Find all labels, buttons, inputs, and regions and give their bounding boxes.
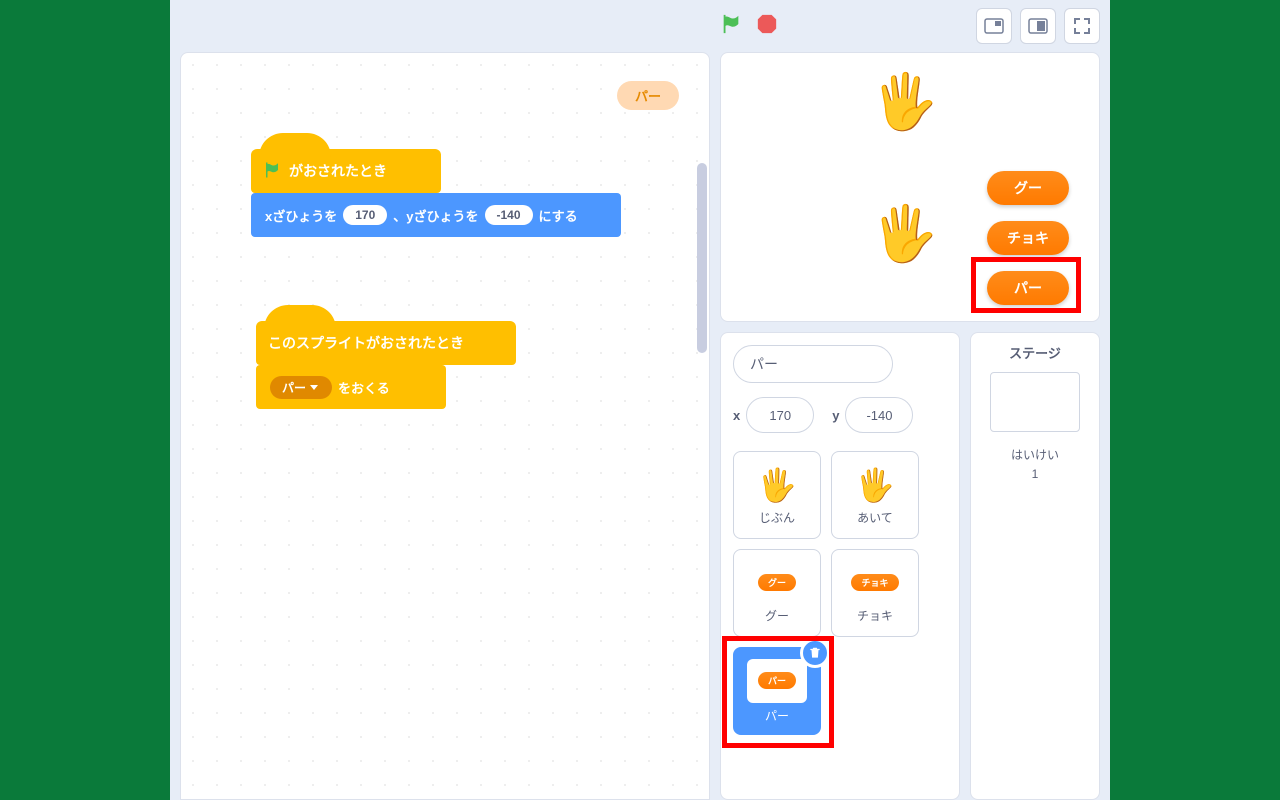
small-stage-button[interactable]	[976, 8, 1012, 44]
block-broadcast[interactable]: パー をおくる	[256, 365, 446, 409]
sprite-label: じぶん	[759, 509, 795, 526]
fullscreen-button[interactable]	[1064, 8, 1100, 44]
text: をおくる	[338, 378, 390, 397]
text: xざひょうを	[265, 206, 337, 225]
sprite-tile-aite[interactable]: 🖐️ あいて	[831, 451, 919, 539]
stage-panel-title: ステージ	[1009, 343, 1061, 362]
sprite-info-panel: x y 🖐️ じぶん 🖐️ あいて	[720, 332, 960, 800]
dropdown-value: パー	[282, 379, 306, 396]
stage[interactable]: 🖐️ 🖐️ グー チョキ パー	[720, 52, 1100, 322]
hat-label: このスプライトがおされたとき	[268, 333, 464, 353]
sprite-tile-choki[interactable]: チョキ チョキ	[831, 549, 919, 637]
pill-icon: パー	[758, 672, 796, 689]
x-label: x	[733, 408, 740, 423]
scrollbar[interactable]	[697, 163, 707, 353]
sprite-label: グー	[765, 607, 789, 624]
sprite-label: チョキ	[857, 607, 893, 624]
ghost-result-pill: パー	[617, 81, 679, 110]
hand-opponent-icon: 🖐️	[871, 71, 938, 134]
stage-button-scissors[interactable]: チョキ	[987, 221, 1069, 255]
sprite-label: パー	[765, 707, 789, 724]
sprite-tile-gu[interactable]: グー グー	[733, 549, 821, 637]
chevron-down-icon	[310, 385, 318, 390]
backdrop-count: 1	[1032, 467, 1039, 481]
sprite-label: あいて	[857, 509, 893, 526]
sprite-list: 🖐️ じぶん 🖐️ あいて グー グー チョキ	[733, 451, 947, 735]
x-input[interactable]: 170	[343, 205, 387, 225]
hat-label: がおされたとき	[289, 161, 387, 181]
text: 、yざひょうを	[393, 206, 478, 225]
stage-thumbnail[interactable]	[990, 372, 1080, 432]
sprite-name-input[interactable]	[733, 345, 893, 383]
stage-button-paper[interactable]: パー	[987, 271, 1069, 305]
stage-selector-panel[interactable]: ステージ はいけい 1	[970, 332, 1100, 800]
flag-icon	[263, 161, 281, 182]
y-label: y	[832, 408, 839, 423]
sprite-y-input[interactable]	[845, 397, 913, 433]
hand-icon: 🖐️	[757, 465, 797, 505]
delete-sprite-button[interactable]	[800, 638, 830, 668]
text: にする	[539, 206, 578, 225]
green-flag-button[interactable]	[720, 13, 742, 40]
code-area[interactable]: パー がおされたとき xざひょうを 170 、yざひょうを -140 にする こ…	[180, 52, 710, 800]
pill-icon: グー	[758, 574, 796, 591]
hand-self-icon: 🖐️	[871, 203, 938, 266]
hat-when-sprite-clicked[interactable]: このスプライトがおされたとき	[256, 321, 516, 365]
stop-button[interactable]	[756, 13, 778, 40]
trash-icon	[808, 646, 822, 660]
broadcast-dropdown[interactable]: パー	[270, 376, 332, 399]
stage-button-rock[interactable]: グー	[987, 171, 1069, 205]
pill-icon: チョキ	[851, 574, 898, 591]
sprite-tile-jibun[interactable]: 🖐️ じぶん	[733, 451, 821, 539]
backdrop-label: はいけい	[1011, 446, 1059, 463]
hand-icon: 🖐️	[855, 465, 895, 505]
topbar	[170, 0, 1110, 52]
hat-when-flag-clicked[interactable]: がおされたとき	[251, 149, 441, 193]
y-input[interactable]: -140	[485, 205, 533, 225]
block-goto-xy[interactable]: xざひょうを 170 、yざひょうを -140 にする	[251, 193, 621, 237]
sprite-x-input[interactable]	[746, 397, 814, 433]
sprite-tile-pa[interactable]: パー パー	[733, 647, 821, 735]
large-stage-button[interactable]	[1020, 8, 1056, 44]
